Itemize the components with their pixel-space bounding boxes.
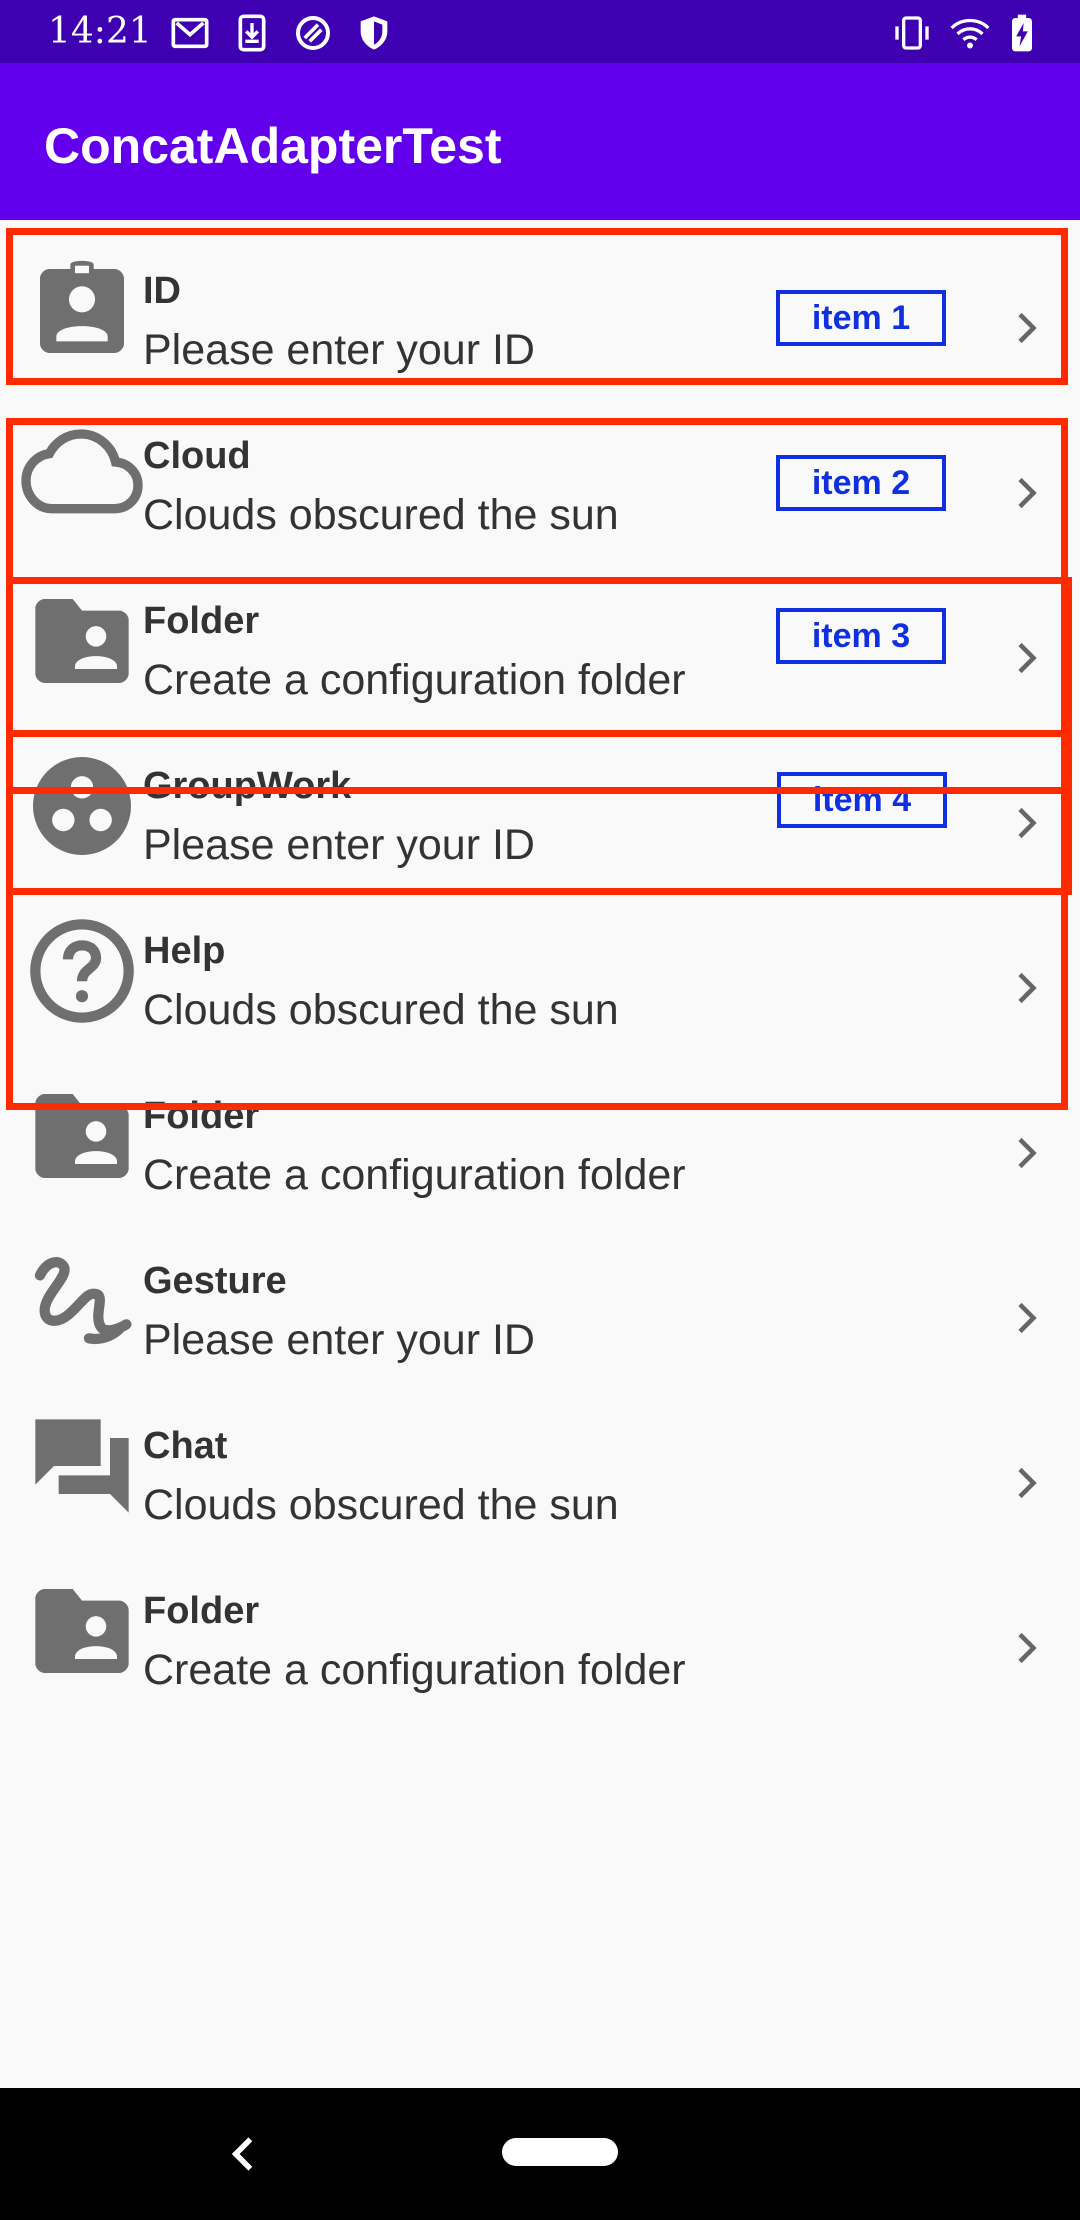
- chevron-right-icon: [1018, 1137, 1037, 1169]
- item-title: Help: [143, 930, 226, 972]
- navigation-bar: [0, 2088, 1080, 2220]
- chevron-right-icon: [1018, 807, 1037, 839]
- chevron-right-icon: [1018, 1467, 1037, 1499]
- cloud-icon: [21, 429, 143, 514]
- gmail-icon: [171, 17, 209, 49]
- item-subtitle: Create a configuration folder: [143, 1646, 686, 1694]
- badge-icon: [40, 260, 124, 353]
- battery-charging-icon: [1012, 14, 1032, 52]
- chevron-right-icon: [1018, 1632, 1037, 1664]
- chevron-right-icon: [1018, 312, 1037, 344]
- item-title: Folder: [143, 1095, 260, 1137]
- list-item[interactable]: GroupWork Please enter your ID item 4: [0, 715, 1080, 880]
- item-title: ID: [143, 270, 181, 312]
- list-item[interactable]: Help Clouds obscured the sun: [0, 880, 1080, 1045]
- item-badge: item 3: [776, 608, 946, 664]
- list-item[interactable]: Chat Clouds obscured the sun: [0, 1375, 1080, 1540]
- list-item[interactable]: Folder Create a configuration folder: [0, 1045, 1080, 1210]
- help-icon: [30, 919, 134, 1023]
- item-subtitle: Please enter your ID: [143, 326, 535, 374]
- list-item[interactable]: Folder Create a configuration folder ite…: [0, 550, 1080, 715]
- item-badge: item 1: [776, 290, 946, 346]
- home-pill[interactable]: [502, 2138, 618, 2166]
- item-title: Cloud: [143, 435, 251, 477]
- item-subtitle: Create a configuration folder: [143, 656, 686, 704]
- item-subtitle: Clouds obscured the sun: [143, 986, 619, 1034]
- folder-shared-icon: [35, 1094, 129, 1178]
- item-subtitle: Please enter your ID: [143, 821, 535, 869]
- vibrate-icon: [895, 16, 929, 50]
- chevron-right-icon: [1018, 642, 1037, 674]
- chevron-right-icon: [1018, 1302, 1037, 1334]
- item-subtitle: Please enter your ID: [143, 1316, 535, 1364]
- chat-icon: [35, 1419, 129, 1513]
- gesture-icon: [34, 1257, 132, 1345]
- app-title: ConcatAdapterTest: [44, 118, 502, 174]
- item-title: Chat: [143, 1425, 228, 1467]
- folder-shared-icon: [35, 599, 129, 683]
- app-bar: ConcatAdapterTest: [0, 63, 1080, 220]
- list-item[interactable]: Cloud Clouds obscured the sun item 2: [0, 385, 1080, 550]
- download-icon: [238, 14, 266, 52]
- item-subtitle: Clouds obscured the sun: [143, 1481, 619, 1529]
- status-bar: 14:21: [0, 0, 1080, 63]
- chevron-right-icon: [1018, 477, 1037, 509]
- list-item[interactable]: Gesture Please enter your ID: [0, 1210, 1080, 1375]
- status-time: 14:21: [48, 11, 152, 52]
- chevron-right-icon: [1018, 972, 1037, 1004]
- item-title: Folder: [143, 600, 260, 642]
- list-item[interactable]: ID Please enter your ID item 1: [0, 220, 1080, 385]
- vpn-icon: [296, 16, 330, 50]
- item-title: Gesture: [143, 1260, 287, 1302]
- back-icon[interactable]: [226, 2132, 260, 2176]
- list-item[interactable]: Folder Create a configuration folder: [0, 1540, 1080, 1705]
- item-subtitle: Clouds obscured the sun: [143, 491, 619, 539]
- item-badge: item 4: [777, 772, 947, 828]
- item-title: GroupWork: [143, 765, 352, 807]
- shield-icon: [360, 16, 388, 50]
- folder-shared-icon: [35, 1589, 129, 1673]
- group-work-icon: [33, 757, 131, 855]
- item-badge: item 2: [776, 455, 946, 511]
- item-title: Folder: [143, 1590, 260, 1632]
- wifi-icon: [950, 18, 990, 49]
- item-subtitle: Create a configuration folder: [143, 1151, 686, 1199]
